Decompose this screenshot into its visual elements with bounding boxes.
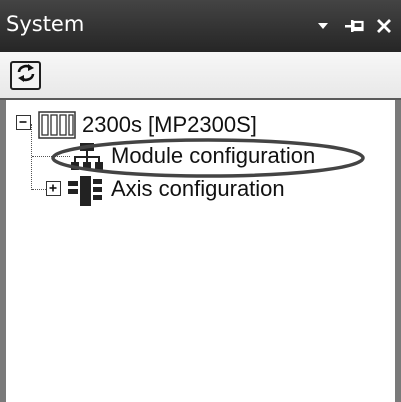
- tree-item-module-configuration[interactable]: Module configuration: [111, 144, 315, 168]
- axis-expand-toggle[interactable]: [46, 181, 61, 196]
- panel-titlebar: System: [0, 0, 401, 52]
- panel-toolbar: [0, 52, 401, 100]
- tree-connector: [32, 156, 70, 157]
- tree-root-label[interactable]: 2300s [MP2300S]: [82, 113, 257, 137]
- refresh-icon: [15, 63, 37, 88]
- tree-connector: [31, 124, 32, 190]
- close-icon[interactable]: [370, 8, 398, 44]
- module-network-icon: [70, 141, 104, 178]
- pin-icon[interactable]: [339, 8, 369, 44]
- controller-rack-icon: [38, 111, 76, 144]
- root-collapse-toggle[interactable]: [16, 115, 31, 130]
- tree-item-axis-configuration[interactable]: Axis configuration: [111, 177, 285, 201]
- axis-blocks-icon: [66, 175, 106, 212]
- system-panel: System 2300s [MP2300S] Module configurat…: [0, 0, 401, 402]
- refresh-button[interactable]: [10, 61, 41, 90]
- dropdown-arrow-icon[interactable]: [308, 8, 338, 44]
- tree-connector: [32, 189, 46, 190]
- panel-title: System: [6, 12, 85, 36]
